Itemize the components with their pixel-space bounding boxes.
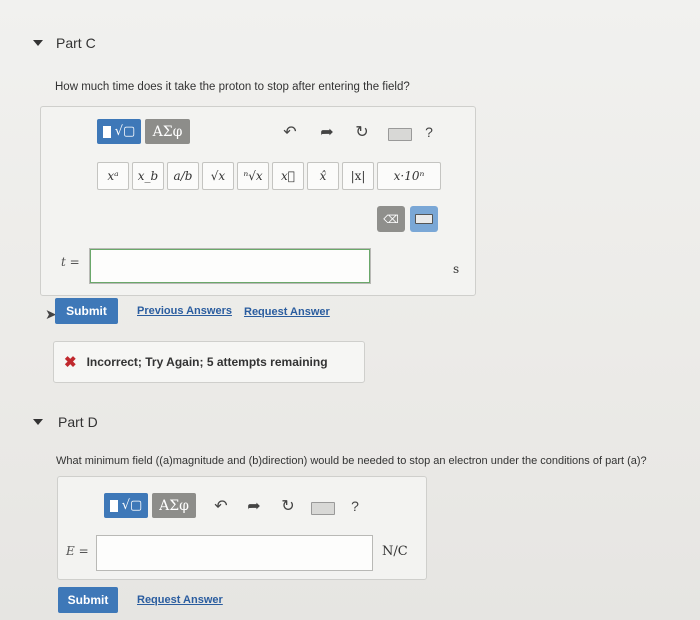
part-c-question: How much time does it take the proton to… — [55, 81, 410, 93]
part-c-templates-button[interactable]: √▢ — [97, 119, 141, 144]
part-c-feedback-text: Incorrect; Try Again; 5 attempts remaini… — [86, 355, 328, 369]
part-c-keyboard-icon[interactable] — [388, 128, 412, 141]
part-d-reset-icon[interactable]: ↻ — [278, 496, 298, 516]
part-c-request-answer-link[interactable]: Request Answer — [244, 306, 330, 318]
part-c-title: Part C — [56, 35, 96, 51]
part-c-nth-root-button[interactable]: ⁿ√x — [237, 162, 269, 190]
part-c-absolute-value-button[interactable]: |x| — [342, 162, 374, 190]
part-c-scientific-notation-button[interactable]: x·10ⁿ — [377, 162, 441, 190]
part-d-templates-button[interactable]: √▢ — [104, 493, 148, 518]
template-square-icon — [102, 125, 111, 138]
part-d-answer-input[interactable] — [96, 535, 373, 571]
sqrt-template-icon: √▢ — [121, 498, 143, 513]
part-c-sqrt-button[interactable]: √x — [202, 162, 234, 190]
part-d-submit-button[interactable]: Submit — [58, 587, 118, 613]
part-c-collapse-caret[interactable] — [33, 40, 43, 46]
part-c-previous-answers-link[interactable]: Previous Answers — [137, 305, 232, 317]
part-c-variable-label: t = — [61, 255, 80, 269]
part-d-redo-icon[interactable]: ➦ — [244, 496, 264, 516]
part-c-unit-vector-button[interactable]: x̂ — [307, 162, 339, 190]
part-c-unit-label: s — [453, 262, 460, 276]
part-d-variable-label: E = — [66, 544, 89, 558]
incorrect-x-icon: ✖ — [64, 354, 77, 371]
part-c-reset-icon[interactable]: ↻ — [352, 122, 372, 142]
part-d-keyboard-icon[interactable] — [311, 502, 335, 515]
part-c-subscript-button[interactable]: x_b — [132, 162, 164, 190]
part-c-delete-button[interactable]: ⌫ — [377, 206, 405, 232]
part-d-help-icon[interactable]: ? — [347, 496, 363, 516]
part-d-question: What minimum field ((a)magnitude and (b)… — [56, 455, 647, 467]
part-d-collapse-caret[interactable] — [33, 419, 43, 425]
part-d-request-answer-link[interactable]: Request Answer — [137, 594, 223, 606]
part-c-greek-button[interactable]: ΑΣφ — [145, 119, 190, 144]
sqrt-template-icon: √▢ — [114, 124, 136, 139]
part-c-redo-icon[interactable]: ➦ — [317, 122, 337, 142]
part-d-unit-label: N/C — [382, 544, 408, 559]
part-c-undo-icon[interactable]: ↶ — [280, 122, 300, 142]
part-c-superscript-button[interactable]: xᵃ — [97, 162, 129, 190]
part-c-feedback-box: ✖ Incorrect; Try Again; 5 attempts remai… — [53, 341, 365, 383]
part-c-help-icon[interactable]: ? — [421, 122, 437, 142]
part-c-vector-button[interactable]: x⃗ — [272, 162, 304, 190]
template-square-icon — [109, 499, 118, 512]
part-c-answer-input[interactable] — [89, 248, 371, 284]
part-d-undo-icon[interactable]: ↶ — [211, 496, 231, 516]
part-c-fraction-button[interactable]: a/b — [167, 162, 199, 190]
part-c-submit-button[interactable]: Submit — [55, 298, 118, 324]
part-d-greek-button[interactable]: ΑΣφ — [152, 493, 196, 518]
part-d-title: Part D — [58, 414, 98, 430]
keyboard-icon — [415, 214, 433, 224]
part-c-keyboard-toggle-button[interactable] — [410, 206, 438, 232]
